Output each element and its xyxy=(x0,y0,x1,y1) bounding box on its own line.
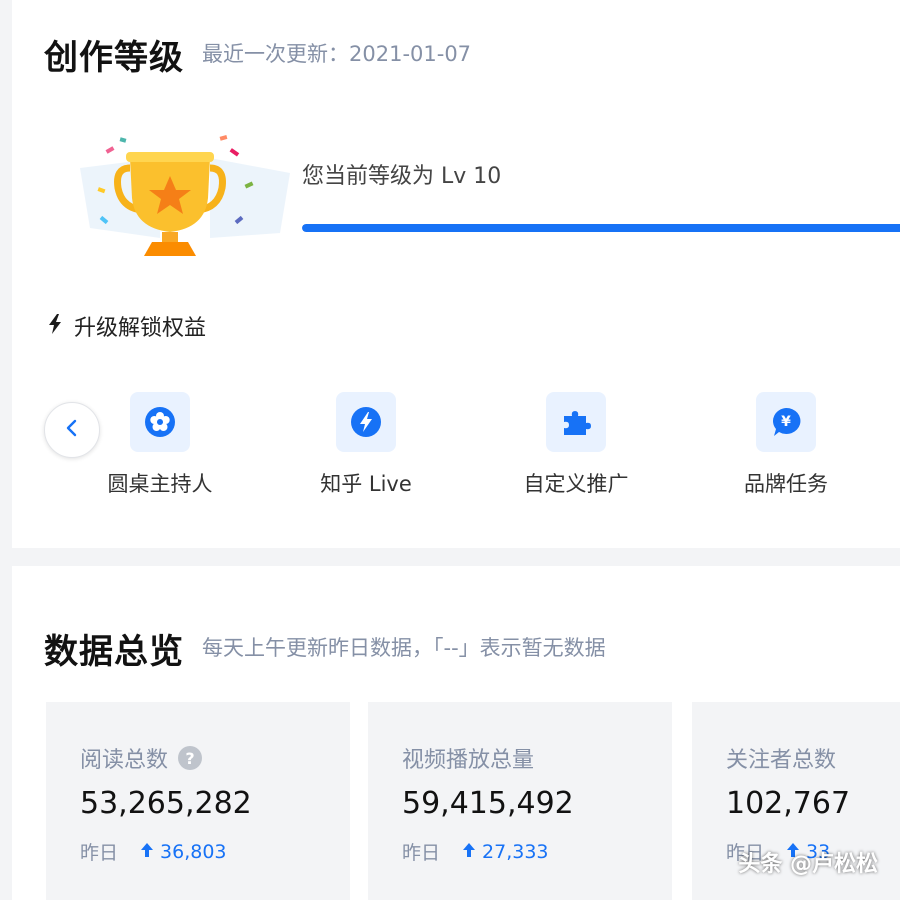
stat-delta: 27,333 xyxy=(482,840,549,863)
level-progress-fill xyxy=(302,224,900,232)
stat-yesterday: 昨日 36,803 xyxy=(80,838,227,865)
watermark: 头条 @卢松松 xyxy=(738,852,878,877)
puzzle-icon xyxy=(546,392,606,452)
data-overview-subtitle: 每天上午更新昨日数据，「--」表示暂无数据 xyxy=(202,636,606,660)
benefit-label: 圆桌主持人 xyxy=(107,472,213,496)
stat-label-text: 关注者总数 xyxy=(726,748,837,773)
stat-value: 53,265,282 xyxy=(80,786,252,821)
benefit-label: 品牌任务 xyxy=(744,472,828,496)
last-updated: 最近一次更新：2021-01-07 xyxy=(202,42,472,66)
trophy-icon xyxy=(60,128,310,268)
svg-text:¥: ¥ xyxy=(781,414,791,430)
yesterday-label: 昨日 xyxy=(402,842,441,864)
stat-label-text: 视频播放总量 xyxy=(402,748,535,773)
unlock-benefits-header: 升级解锁权益 xyxy=(48,310,206,342)
level-title: 创作等级 xyxy=(44,38,184,78)
benefit-custom-promotion[interactable]: 自定义推广 xyxy=(496,392,656,498)
stat-label: 关注者总数 xyxy=(726,742,836,774)
stat-card-reads[interactable]: 阅读总数 ? 53,265,282 昨日 36,803 xyxy=(46,702,350,900)
stat-value: 102,767 xyxy=(726,786,851,821)
arrow-up-icon xyxy=(140,841,154,863)
lightning-icon xyxy=(48,314,62,338)
data-overview-title: 数据总览 xyxy=(44,632,184,672)
benefit-brand-tasks[interactable]: ¥ 品牌任务 xyxy=(706,392,866,498)
benefit-label: 自定义推广 xyxy=(523,472,629,496)
stat-delta: 36,803 xyxy=(160,840,227,863)
chevron-left-icon xyxy=(65,419,79,441)
stat-label: 视频播放总量 xyxy=(402,742,534,774)
stat-value: 59,415,492 xyxy=(402,786,574,821)
level-progress-bar xyxy=(302,224,900,232)
stat-yesterday: 昨日 27,333 xyxy=(402,838,549,865)
benefit-zhihu-live[interactable]: 知乎 Live xyxy=(286,392,446,498)
arrow-up-icon xyxy=(462,841,476,863)
lightning-icon xyxy=(336,392,396,452)
yesterday-label: 昨日 xyxy=(80,842,119,864)
yen-chat-icon: ¥ xyxy=(756,392,816,452)
level-card: 创作等级 最近一次更新：2021-01-07 您当前等级为 Lv 10 升级解锁… xyxy=(12,0,900,548)
stat-card-video-plays[interactable]: 视频播放总量 59,415,492 昨日 27,333 xyxy=(368,702,672,900)
benefit-roundtable-host[interactable]: 圆桌主持人 xyxy=(80,392,240,498)
stat-label: 阅读总数 ? xyxy=(80,742,203,774)
current-level: 您当前等级为 Lv 10 xyxy=(302,164,502,189)
stat-label-text: 阅读总数 xyxy=(80,748,169,773)
help-icon[interactable]: ? xyxy=(178,746,203,770)
flower-icon xyxy=(130,392,190,452)
benefit-label: 知乎 Live xyxy=(320,472,412,496)
unlock-benefits-title: 升级解锁权益 xyxy=(74,316,207,341)
